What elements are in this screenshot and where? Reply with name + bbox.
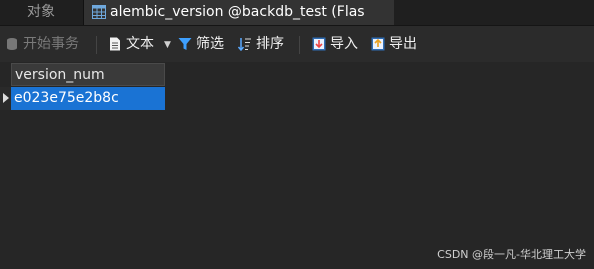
toolbar: 开始事务 文本 ▼ 筛选 排序 导入 导出 xyxy=(0,26,594,62)
row-indicator[interactable] xyxy=(0,87,11,110)
text-view-label: 文本 xyxy=(126,36,154,52)
document-icon xyxy=(110,37,120,51)
toolbar-divider xyxy=(299,36,300,54)
tab-bar: 对象 alembic_version @backdb_test (Flas xyxy=(0,0,594,26)
export-label: 导出 xyxy=(389,36,417,52)
filter-icon xyxy=(178,38,192,50)
tab-objects-label: 对象 xyxy=(27,4,55,20)
column-header-version-num[interactable]: version_num xyxy=(11,63,165,86)
sort-label: 排序 xyxy=(256,36,284,52)
database-icon xyxy=(7,38,17,50)
import-icon xyxy=(312,37,326,51)
begin-transaction-label: 开始事务 xyxy=(23,36,79,52)
export-icon xyxy=(371,37,385,51)
sort-icon xyxy=(238,38,251,51)
tab-alembic-version[interactable]: alembic_version @backdb_test (Flas xyxy=(83,0,394,25)
watermark: CSDN @段一凡-华北理工大学 xyxy=(437,248,586,261)
import-label: 导入 xyxy=(330,36,358,52)
current-row-arrow-icon xyxy=(3,93,9,103)
table-cell[interactable]: e023e75e2b8c xyxy=(11,87,165,110)
table-icon xyxy=(92,5,106,19)
tab-alembic-version-label: alembic_version @backdb_test (Flas xyxy=(110,4,365,20)
toolbar-divider xyxy=(96,36,97,54)
filter-label: 筛选 xyxy=(196,36,224,52)
tab-objects[interactable]: 对象 xyxy=(0,0,82,25)
chevron-down-icon[interactable]: ▼ xyxy=(164,40,171,50)
